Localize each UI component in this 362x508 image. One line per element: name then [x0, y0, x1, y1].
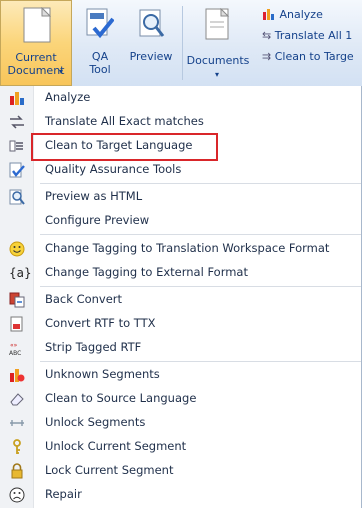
dropdown-arrow-icon: ▾ — [215, 70, 220, 79]
highlight-box — [31, 133, 218, 161]
translate-icon — [10, 115, 24, 129]
menu-item-label: Convert RTF to TTX — [45, 316, 156, 330]
menu-item-repair[interactable]: Repair — [0, 483, 361, 507]
menu-item-clean-to-source[interactable]: Clean to Source Language — [0, 387, 361, 411]
preview-button[interactable]: Preview — [126, 0, 176, 86]
menu-divider — [40, 361, 361, 362]
dropdown-arrow-icon: ▾ — [59, 67, 64, 76]
documents-icon — [205, 8, 230, 40]
eraser-icon — [10, 393, 24, 406]
menu-item-label: Clean to Source Language — [45, 391, 197, 405]
preview-icon — [139, 9, 165, 37]
strip-icon: «»ABC — [9, 342, 21, 356]
current-document-button[interactable]: Current Document ▾ — [0, 0, 72, 86]
unlock-icon — [10, 420, 24, 426]
preview-icon — [9, 189, 25, 205]
menu-item-label: Unlock Segments — [45, 415, 146, 429]
menu-item-label: Configure Preview — [45, 213, 150, 227]
menu-item-label: Translate All Exact matches — [45, 114, 204, 128]
menu-item-strip-tagged-rtf[interactable]: «» ABC Strip Tagged RTF — [0, 336, 361, 360]
ribbon-separator — [182, 6, 183, 80]
convert-icon — [10, 316, 23, 332]
menu-divider — [40, 183, 361, 184]
menu-divider — [40, 286, 361, 287]
menu-item-label: Lock Current Segment — [45, 463, 174, 477]
analyze-icon — [10, 92, 24, 105]
clean-target-icon: ⇉ — [262, 50, 272, 63]
ribbon-clean-to-target[interactable]: ⇉ Clean to Targe — [262, 50, 354, 63]
menu-item-unknown-segments[interactable]: Unknown Segments — [0, 363, 361, 387]
menu-item-back-convert[interactable]: Back Convert — [0, 288, 361, 312]
menu-item-label: Unlock Current Segment — [45, 439, 187, 453]
menu-item-lock-current[interactable]: Lock Current Segment — [0, 459, 361, 483]
menu-item-label: Strip Tagged RTF — [45, 340, 142, 354]
ribbon-translate-all-label: Translate All 1 — [274, 29, 353, 42]
back-convert-icon — [9, 292, 25, 308]
lock-icon — [11, 463, 23, 479]
menu-divider — [40, 234, 361, 235]
menu-item-configure-preview[interactable]: Configure Preview — [0, 209, 361, 233]
menu-item-unlock-segments[interactable]: Unlock Segments — [0, 411, 361, 435]
tag-icon: {a} — [9, 266, 32, 280]
documents-button[interactable]: Documents ▾ — [186, 0, 250, 86]
unknown-icon — [10, 369, 25, 382]
menu-item-unlock-current[interactable]: Unlock Current Segment — [0, 435, 361, 459]
preview-label: Preview — [129, 50, 173, 63]
menu-item-convert-rtf[interactable]: Convert RTF to TTX — [0, 312, 361, 336]
ribbon-clean-to-target-label: Clean to Targe — [274, 50, 354, 63]
svg-text:ABC: ABC — [9, 350, 21, 356]
ribbon: Current Document ▾ QA Tool Preview Docum… — [0, 0, 362, 87]
ribbon-analyze[interactable]: Analyze — [262, 8, 323, 21]
menu-item-change-tagging-external[interactable]: {a} Change Tagging to External Format — [0, 261, 361, 285]
qa-tool-label: QA Tool — [89, 50, 111, 76]
analyze-icon — [262, 8, 276, 20]
menu-item-label: Preview as HTML — [45, 189, 143, 203]
ribbon-analyze-label: Analyze — [279, 8, 323, 21]
menu-item-label: Repair — [45, 487, 82, 501]
qa-icon — [9, 162, 25, 178]
menu-item-analyze[interactable]: Analyze — [0, 86, 361, 110]
current-document-menu: Analyze Translate All Exact matches Clea… — [0, 86, 362, 508]
smiley-icon — [9, 241, 25, 257]
document-icon — [23, 7, 51, 43]
qa-tool-icon — [86, 8, 114, 39]
menu-item-translate-all[interactable]: Translate All Exact matches — [0, 110, 361, 134]
menu-item-label: Change Tagging to External Format — [45, 265, 248, 279]
menu-item-label: Unknown Segments — [45, 367, 160, 381]
ribbon-translate-all[interactable]: ⇆ Translate All 1 — [262, 29, 352, 42]
svg-text:«»: «» — [10, 342, 18, 349]
menu-item-label: Quality Assurance Tools — [45, 162, 182, 176]
key-icon — [13, 439, 21, 454]
repair-icon — [9, 487, 25, 503]
menu-item-change-tagging-workspace[interactable]: Change Tagging to Translation Workspace … — [0, 237, 361, 261]
menu-item-label: Back Convert — [45, 292, 123, 306]
menu-item-label: Change Tagging to Translation Workspace … — [45, 241, 330, 255]
qa-tool-button[interactable]: QA Tool — [74, 0, 126, 86]
clean-target-icon — [9, 140, 23, 152]
menu-item-label: Analyze — [45, 90, 91, 104]
documents-label: Documents — [186, 54, 250, 67]
translate-icon: ⇆ — [262, 29, 272, 42]
menu-item-preview-html[interactable]: Preview as HTML — [0, 185, 361, 209]
menu-item-quality-assurance[interactable]: Quality Assurance Tools — [0, 158, 361, 182]
